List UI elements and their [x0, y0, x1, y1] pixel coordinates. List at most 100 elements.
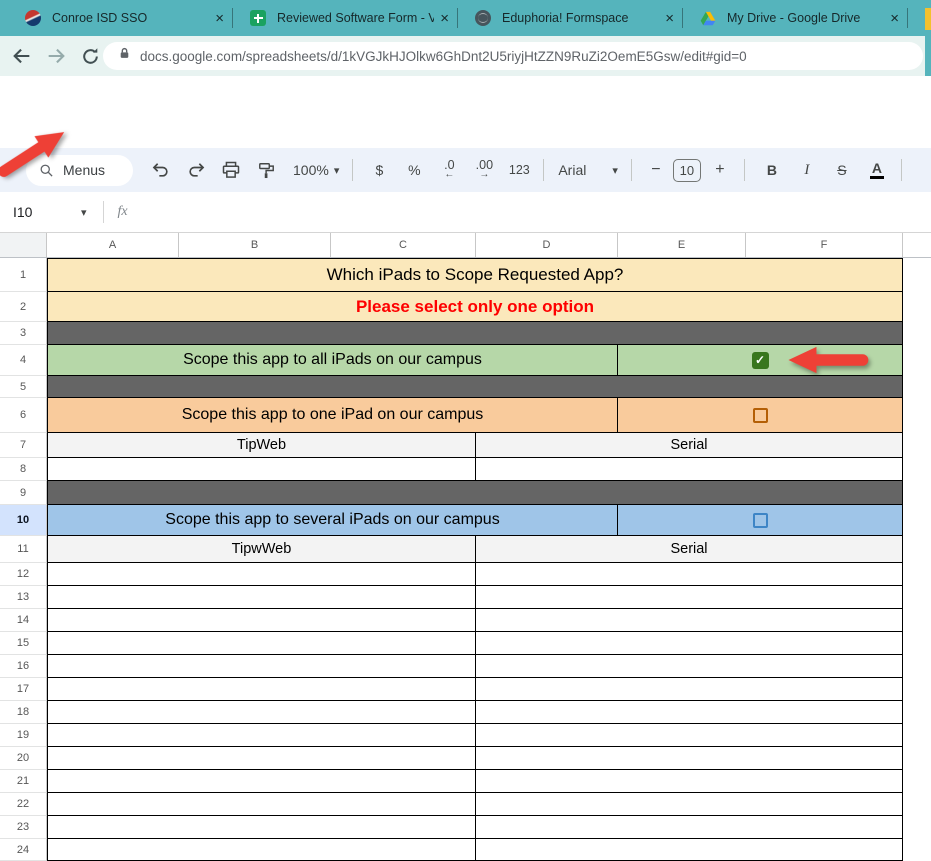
row-header-24[interactable]: 24: [0, 839, 47, 861]
row-header-17[interactable]: 17: [0, 678, 47, 701]
column-header-C[interactable]: C: [331, 233, 476, 257]
cell-left[interactable]: TipWeb: [48, 433, 476, 457]
cell-right[interactable]: Serial: [476, 433, 902, 457]
tab-close-icon[interactable]: ×: [215, 10, 224, 27]
column-header-E[interactable]: E: [618, 233, 746, 257]
row-header-19[interactable]: 19: [0, 724, 47, 747]
browser-tab[interactable]: My Drive - Google Drive×: [683, 0, 907, 36]
cell-right[interactable]: [476, 747, 902, 769]
row-header-13[interactable]: 13: [0, 586, 47, 609]
column-header-B[interactable]: B: [179, 233, 331, 257]
column-header-D[interactable]: D: [476, 233, 618, 257]
cell-left[interactable]: [48, 609, 476, 631]
option-label-cell[interactable]: Scope this app to one iPad on our campus: [48, 398, 618, 432]
row-header-9[interactable]: 9: [0, 481, 47, 505]
option-label-cell[interactable]: Scope this app to several iPads on our c…: [48, 505, 618, 535]
zoom-control[interactable]: 100% ▾: [293, 162, 339, 178]
cell-right[interactable]: [476, 839, 902, 860]
merged-cell[interactable]: [48, 376, 902, 397]
cell-left[interactable]: [48, 655, 476, 677]
cell-left[interactable]: [48, 747, 476, 769]
cell-right[interactable]: [476, 655, 902, 677]
row-header-18[interactable]: 18: [0, 701, 47, 724]
merged-cell[interactable]: Which iPads to Scope Requested App?: [48, 259, 902, 291]
merged-cell[interactable]: [48, 481, 902, 504]
increase-font-size-button[interactable]: +: [709, 157, 731, 183]
row-header-22[interactable]: 22: [0, 793, 47, 816]
print-icon[interactable]: [220, 157, 242, 183]
text-color-button[interactable]: A: [866, 157, 888, 183]
cell-right[interactable]: [476, 586, 902, 608]
bold-button[interactable]: B: [761, 157, 783, 183]
browser-tab[interactable]: Reviewed Software Form - Ver.×: [233, 0, 457, 36]
cell-right[interactable]: [476, 793, 902, 815]
number-format-button[interactable]: 123: [508, 157, 530, 183]
row-header-8[interactable]: 8: [0, 458, 47, 481]
increase-decimal-button[interactable]: .00→: [473, 157, 495, 183]
row-header-12[interactable]: 12: [0, 563, 47, 586]
strikethrough-button[interactable]: S: [831, 157, 853, 183]
cell-left[interactable]: [48, 458, 476, 480]
font-size-input[interactable]: 10: [673, 159, 701, 182]
tab-close-icon[interactable]: ×: [890, 10, 899, 27]
row-header-3[interactable]: 3: [0, 322, 47, 345]
cell-left[interactable]: [48, 724, 476, 746]
cell-right[interactable]: [476, 563, 902, 585]
cell-left[interactable]: [48, 701, 476, 723]
cell-left[interactable]: TipwWeb: [48, 536, 476, 562]
row-header-1[interactable]: 1: [0, 258, 47, 292]
chevron-down-icon[interactable]: ▾: [81, 206, 87, 219]
cell-right[interactable]: Serial: [476, 536, 902, 562]
cell-right[interactable]: [476, 816, 902, 838]
checkbox-checked[interactable]: ✓: [752, 352, 769, 369]
row-header-11[interactable]: 11: [0, 536, 47, 563]
browser-tab[interactable]: Eduphoria! Formspace×: [458, 0, 682, 36]
undo-icon[interactable]: [150, 157, 172, 183]
name-box[interactable]: I10: [13, 204, 81, 220]
decrease-font-size-button[interactable]: −: [645, 157, 667, 183]
row-header-10[interactable]: 10: [0, 505, 47, 536]
option-label-cell[interactable]: Scope this app to all iPads on our campu…: [48, 345, 618, 375]
font-family-select[interactable]: Arial ▾: [558, 162, 618, 178]
format-currency-button[interactable]: $: [368, 157, 390, 183]
column-header-A[interactable]: A: [47, 233, 179, 257]
cell-right[interactable]: [476, 770, 902, 792]
row-header-16[interactable]: 16: [0, 655, 47, 678]
italic-button[interactable]: I: [796, 157, 818, 183]
cell-right[interactable]: [476, 458, 902, 480]
select-all-corner[interactable]: [0, 233, 47, 257]
cell-left[interactable]: [48, 632, 476, 654]
row-header-21[interactable]: 21: [0, 770, 47, 793]
row-header-5[interactable]: 5: [0, 376, 47, 398]
cell-left[interactable]: [48, 586, 476, 608]
row-header-6[interactable]: 6: [0, 398, 47, 433]
merged-cell[interactable]: [48, 322, 902, 344]
cell-left[interactable]: [48, 839, 476, 860]
browser-tab[interactable]: Conroe ISD SSO×: [8, 0, 232, 36]
cell-left[interactable]: [48, 816, 476, 838]
decrease-decimal-button[interactable]: .0←: [438, 157, 460, 183]
row-header-14[interactable]: 14: [0, 609, 47, 632]
reload-icon[interactable]: [78, 44, 102, 68]
tab-close-icon[interactable]: ×: [440, 10, 449, 27]
paint-format-icon[interactable]: [255, 157, 277, 183]
row-header-2[interactable]: 2: [0, 292, 47, 322]
redo-icon[interactable]: [185, 157, 207, 183]
cell-right[interactable]: [476, 678, 902, 700]
format-percent-button[interactable]: %: [403, 157, 425, 183]
cell-left[interactable]: [48, 563, 476, 585]
column-header-F[interactable]: F: [746, 233, 903, 257]
forward-icon[interactable]: [44, 44, 68, 68]
cell-right[interactable]: [476, 724, 902, 746]
cell-right[interactable]: [476, 632, 902, 654]
cell-left[interactable]: [48, 770, 476, 792]
cell-left[interactable]: [48, 678, 476, 700]
tab-close-icon[interactable]: ×: [665, 10, 674, 27]
back-icon[interactable]: [10, 44, 34, 68]
checkbox-unchecked[interactable]: [753, 513, 768, 528]
row-header-4[interactable]: 4: [0, 345, 47, 376]
cell-right[interactable]: [476, 701, 902, 723]
cell-right[interactable]: [476, 609, 902, 631]
row-header-7[interactable]: 7: [0, 433, 47, 458]
address-bar[interactable]: docs.google.com/spreadsheets/d/1kVGJkHJO…: [103, 42, 923, 70]
